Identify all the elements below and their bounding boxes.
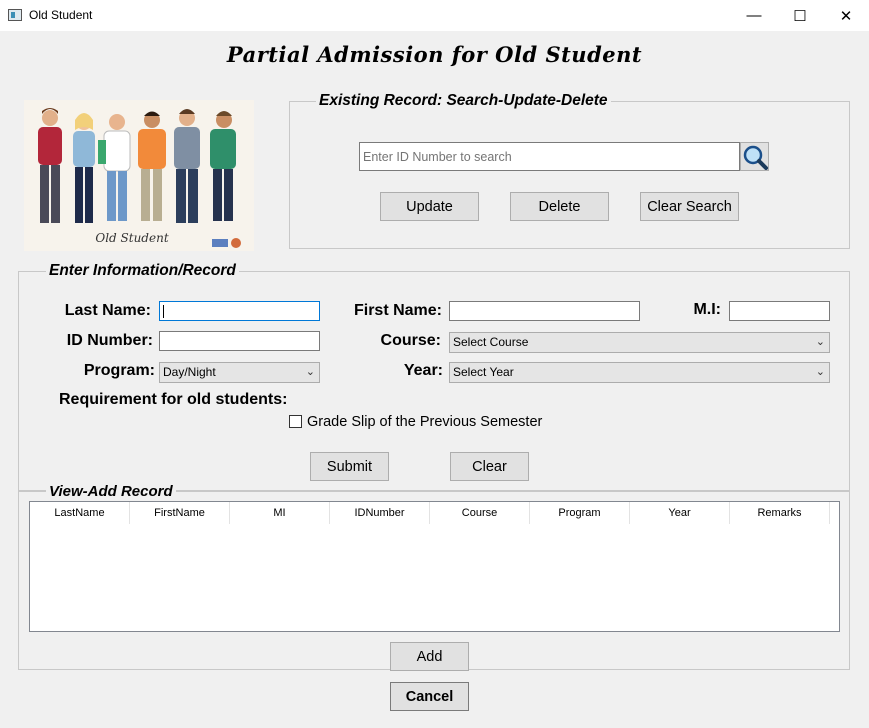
window-title: Old Student bbox=[29, 8, 93, 22]
search-group bbox=[289, 101, 850, 249]
add-button[interactable]: Add bbox=[390, 642, 469, 671]
course-label: Course: bbox=[380, 332, 441, 349]
last-name-field[interactable] bbox=[159, 301, 320, 321]
first-name-field[interactable] bbox=[449, 301, 640, 321]
id-number-field[interactable] bbox=[159, 331, 320, 351]
app-icon bbox=[8, 9, 22, 21]
records-group-title: View-Add Record bbox=[46, 483, 176, 500]
cancel-button[interactable]: Cancel bbox=[390, 682, 469, 711]
mi-label: M.I: bbox=[693, 301, 721, 318]
title-bar: Old Student — ☐ ✕ bbox=[0, 0, 869, 31]
first-name-label: First Name: bbox=[353, 302, 442, 319]
mi-field[interactable] bbox=[729, 301, 830, 321]
form-group-title: Enter Information/Record bbox=[46, 262, 239, 280]
year-select[interactable]: Select Year ⌄ bbox=[449, 362, 830, 383]
search-placeholder: Enter ID Number to search bbox=[363, 150, 512, 164]
grade-slip-checkbox[interactable] bbox=[289, 415, 302, 428]
close-icon[interactable]: ✕ bbox=[823, 0, 869, 31]
chevron-down-icon: ⌄ bbox=[305, 366, 315, 378]
column-header-firstname[interactable]: FirstName bbox=[130, 502, 230, 524]
column-header-year[interactable]: Year bbox=[630, 502, 730, 524]
delete-button[interactable]: Delete bbox=[510, 192, 609, 221]
column-header-idnumber[interactable]: IDNumber bbox=[330, 502, 430, 524]
records-table[interactable]: LastName FirstName MI IDNumber Course Pr… bbox=[29, 501, 840, 632]
search-group-title: Existing Record: Search-Update-Delete bbox=[316, 92, 611, 110]
submit-button[interactable]: Submit bbox=[310, 452, 389, 481]
illustration-caption: Old Student bbox=[95, 231, 169, 245]
students-illustration: Old Student bbox=[24, 100, 254, 251]
requirement-label: Requirement for old students: bbox=[59, 391, 288, 408]
students-illustration-graphic bbox=[38, 108, 241, 248]
maximize-icon[interactable]: ☐ bbox=[777, 0, 823, 31]
table-header: LastName FirstName MI IDNumber Course Pr… bbox=[30, 502, 830, 524]
page-title: Partial Admission for Old Student bbox=[226, 42, 643, 67]
id-number-label: ID Number: bbox=[66, 332, 153, 349]
course-select-value: Select Course bbox=[453, 335, 529, 349]
grade-slip-label[interactable]: Grade Slip of the Previous Semester bbox=[307, 414, 542, 430]
chevron-down-icon: ⌄ bbox=[815, 366, 825, 378]
clear-search-button[interactable]: Clear Search bbox=[640, 192, 739, 221]
clear-button[interactable]: Clear bbox=[450, 452, 529, 481]
program-select[interactable]: Day/Night ⌄ bbox=[159, 362, 320, 383]
column-header-lastname[interactable]: LastName bbox=[30, 502, 130, 524]
course-select[interactable]: Select Course ⌄ bbox=[449, 332, 830, 353]
program-label: Program: bbox=[83, 362, 155, 379]
year-select-value: Select Year bbox=[453, 365, 514, 379]
column-header-program[interactable]: Program bbox=[530, 502, 630, 524]
year-label: Year: bbox=[403, 362, 443, 379]
chevron-down-icon: ⌄ bbox=[815, 336, 825, 348]
update-button[interactable]: Update bbox=[380, 192, 479, 221]
program-select-value: Day/Night bbox=[163, 365, 216, 379]
column-header-remarks[interactable]: Remarks bbox=[730, 502, 830, 524]
search-icon[interactable] bbox=[740, 142, 769, 171]
minimize-icon[interactable]: — bbox=[731, 0, 777, 31]
text-cursor bbox=[163, 305, 164, 318]
last-name-label: Last Name: bbox=[64, 302, 151, 319]
column-header-course[interactable]: Course bbox=[430, 502, 530, 524]
search-input[interactable]: Enter ID Number to search bbox=[359, 142, 740, 171]
column-header-mi[interactable]: MI bbox=[230, 502, 330, 524]
